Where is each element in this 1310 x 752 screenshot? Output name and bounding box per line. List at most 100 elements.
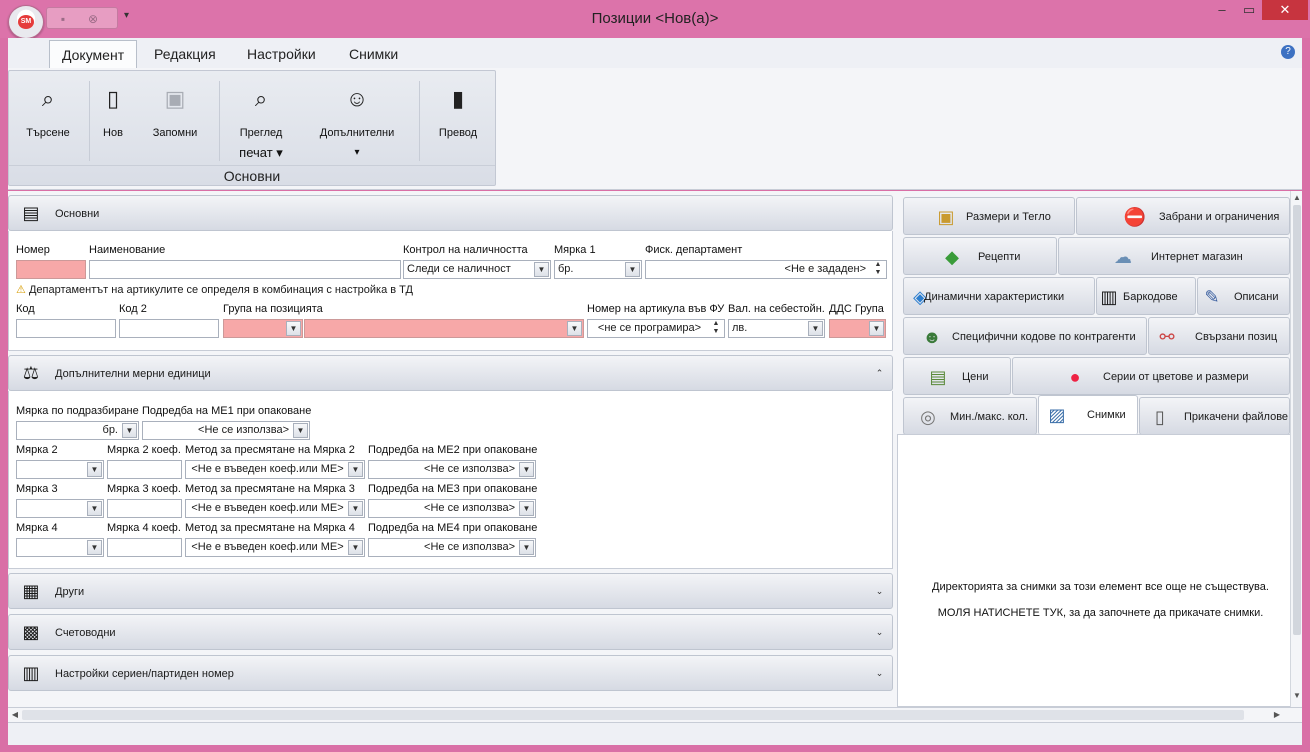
section-other-header[interactable]: ▦ Други ⌄ <box>8 573 893 609</box>
tab-related[interactable]: ⚯ Свързани позиц <box>1148 317 1290 355</box>
tab-images[interactable]: Снимки <box>337 40 410 68</box>
tab-images-active[interactable]: ▨ Снимки <box>1038 395 1138 435</box>
chevron-down-icon[interactable]: ▼ <box>869 321 884 336</box>
chevron-down-icon[interactable]: ▼ <box>519 540 534 555</box>
chevron-down-icon[interactable]: ▼ <box>87 501 102 516</box>
scroll-down-icon[interactable]: ▼ <box>1292 691 1302 700</box>
chevron-down-icon[interactable]: ▼ <box>293 423 308 438</box>
me3-order-select[interactable]: <Не се използва> ▼ <box>368 499 536 518</box>
search-button[interactable]: ⌕ Търсене <box>11 81 85 161</box>
me1-order-select[interactable]: <Не се използва> ▼ <box>142 421 310 440</box>
gallery-attach-link[interactable]: МОЛЯ НАТИСНЕТЕ ТУК, за да започнете да п… <box>898 607 1303 619</box>
unit4-select[interactable]: ▼ <box>16 538 104 557</box>
code2-field[interactable] <box>119 319 219 338</box>
expand-icon[interactable]: ⌄ <box>873 585 886 598</box>
chevron-down-icon[interactable]: ▼ <box>625 262 640 277</box>
vat-group-select[interactable]: ▼ <box>829 319 886 338</box>
tab-attachments[interactable]: ▯ Прикачени файлове <box>1139 397 1290 435</box>
tab-description[interactable]: ✎ Описани <box>1197 277 1290 315</box>
spinner-arrows-icon[interactable]: ▲ ▼ <box>871 261 885 278</box>
translate-button[interactable]: ▮ Превод <box>427 81 489 161</box>
tab-series[interactable]: ● Серии от цветове и размери <box>1012 357 1290 395</box>
collapse-icon[interactable]: ⌃ <box>873 367 886 380</box>
chevron-down-icon[interactable]: ▼ <box>286 321 301 336</box>
unit3-select[interactable]: ▼ <box>16 499 104 518</box>
unit2-select[interactable]: ▼ <box>16 460 104 479</box>
close-button[interactable]: ✕ <box>1262 0 1308 20</box>
expand-icon[interactable]: ⌄ <box>873 626 886 639</box>
section-basic-header[interactable]: ▤ Основни <box>8 195 893 231</box>
tab-restrictions[interactable]: ⛔ Забрани и ограничения <box>1076 197 1290 235</box>
images-gallery[interactable]: Директорията за снимки за този елемент в… <box>897 434 1302 707</box>
chevron-down-icon[interactable]: ▼ <box>534 262 549 277</box>
chevron-down-icon[interactable]: ▼ <box>122 423 137 438</box>
scroll-left-icon[interactable]: ◀ <box>10 710 20 719</box>
default-unit-select[interactable]: бр. ▼ <box>16 421 139 440</box>
tab-prices[interactable]: ▤ Цени <box>903 357 1011 395</box>
ribbon-group-label: Основни <box>9 165 495 185</box>
new-button[interactable]: ▯ Нов <box>93 81 133 161</box>
tab-document[interactable]: Документ <box>49 40 138 68</box>
tab-dynamic-properties[interactable]: ◈ Динамични характеристики <box>903 277 1095 315</box>
chevron-down-icon[interactable]: ▼ <box>87 540 102 555</box>
tab-web-shop[interactable]: ☁ Интернет магазин <box>1058 237 1290 275</box>
customize-toolbar-icon[interactable]: ▾ <box>124 10 129 21</box>
chevron-down-icon[interactable]: ▼ <box>348 501 363 516</box>
vertical-scroll-thumb[interactable] <box>1293 205 1301 635</box>
tab-barcodes[interactable]: ▥ Баркодове <box>1096 277 1196 315</box>
horizontal-scroll-thumb[interactable] <box>22 710 1244 720</box>
group-name-select[interactable]: ▼ <box>304 319 584 338</box>
tab-recipes[interactable]: ◆ Рецепти <box>903 237 1057 275</box>
chevron-down-icon[interactable]: ▼ <box>519 462 534 477</box>
scroll-up-icon[interactable]: ▲ <box>1292 193 1302 202</box>
tab-minmax[interactable]: ◎ Мин./макс. кол. <box>903 397 1037 435</box>
chevron-down-icon[interactable]: ▼ <box>348 540 363 555</box>
fu-number-spinner[interactable]: <не се програмира> ▲ ▼ <box>587 319 725 338</box>
scroll-right-icon[interactable]: ▶ <box>1272 710 1282 719</box>
chevron-down-icon[interactable]: ▼ <box>808 321 823 336</box>
gallery-message: Директорията за снимки за този елемент в… <box>932 581 1269 593</box>
group-code-select[interactable]: ▼ <box>223 319 303 338</box>
stock-control-select[interactable]: Следи се наличност ▼ <box>403 260 551 279</box>
cost-currency-select[interactable]: лв. ▼ <box>728 319 825 338</box>
tab-edit[interactable]: Редакция <box>142 40 228 68</box>
expand-icon[interactable]: ⌄ <box>873 667 886 680</box>
number-field[interactable] <box>16 260 86 279</box>
minimize-button[interactable]: – <box>1208 0 1236 20</box>
me4-order-select[interactable]: <Не се използва> ▼ <box>368 538 536 557</box>
help-icon[interactable]: ? <box>1281 45 1295 59</box>
unit1-select[interactable]: бр. ▼ <box>554 260 642 279</box>
additional-button[interactable]: ☺ Допълнителни ▾ <box>303 81 411 161</box>
save-button[interactable]: ▣ Запомни <box>137 81 213 161</box>
unit2-method-select[interactable]: <Не е въведен коеф.или МЕ> ▼ <box>185 460 365 479</box>
code-field[interactable] <box>16 319 116 338</box>
unit2-method-label: Метод за пресмятане на Мярка 2 <box>185 444 355 456</box>
name-field[interactable] <box>89 260 401 279</box>
horizontal-scrollbar[interactable]: ◀ ▶ <box>8 707 1302 723</box>
unit3-coef-field[interactable] <box>107 499 182 518</box>
section-accounting-header[interactable]: ▩ Счетоводни ⌄ <box>8 614 893 650</box>
unit3-method-select[interactable]: <Не е въведен коеф.или МЕ> ▼ <box>185 499 365 518</box>
tab-partner-codes[interactable]: ☻ Специфични кодове по контрагенти <box>903 317 1147 355</box>
tab-settings[interactable]: Настройки <box>235 40 328 68</box>
vertical-scrollbar[interactable]: ▲ ▼ <box>1290 191 1302 707</box>
cancel-icon[interactable]: ⊗ <box>85 11 101 27</box>
unit4-method-select[interactable]: <Не е въведен коеф.или МЕ> ▼ <box>185 538 365 557</box>
section-serial-header[interactable]: ▥ Настройки сериен/партиден номер ⌄ <box>8 655 893 691</box>
chevron-down-icon[interactable]: ▼ <box>348 462 363 477</box>
section-extra-units-header[interactable]: ⚖ Допълнителни мерни единици ⌃ <box>8 355 893 391</box>
print-preview-button[interactable]: ⌕ Преглед печат ▾ <box>223 81 299 161</box>
spinner-arrows-icon[interactable]: ▲ ▼ <box>709 320 723 337</box>
fiscal-dept-spinner[interactable]: <Не е зададен> ▲ ▼ <box>645 260 887 279</box>
chevron-down-icon[interactable]: ▼ <box>87 462 102 477</box>
me2-order-select[interactable]: <Не се използва> ▼ <box>368 460 536 479</box>
save-icon[interactable]: ▪ <box>55 11 71 27</box>
chevron-down-icon[interactable]: ▼ <box>519 501 534 516</box>
restore-button[interactable]: ▭ <box>1236 0 1262 20</box>
unit2-coef-field[interactable] <box>107 460 182 479</box>
app-menu-button[interactable]: SM <box>8 5 44 39</box>
pictures-icon: ▨ <box>1048 405 1066 425</box>
tab-dimensions[interactable]: ▣ Размери и Тегло <box>903 197 1075 235</box>
chevron-down-icon[interactable]: ▼ <box>567 321 582 336</box>
unit4-coef-field[interactable] <box>107 538 182 557</box>
